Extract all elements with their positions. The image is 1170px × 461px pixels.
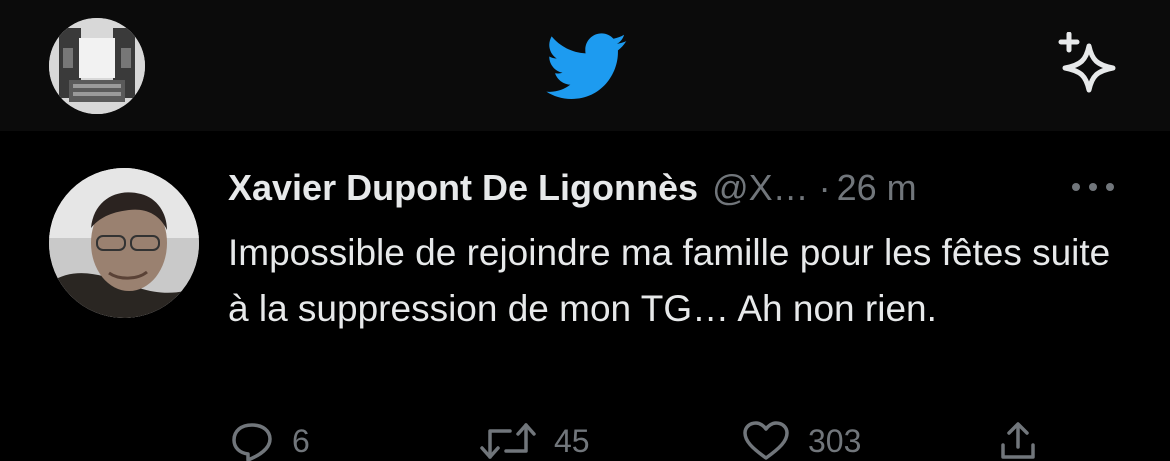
more-options-icon[interactable] (1068, 175, 1118, 199)
retweet-button[interactable]: 45 (480, 421, 590, 461)
tweet-actions: 6 45 303 (0, 421, 1170, 461)
reply-count: 6 (292, 422, 310, 459)
top-app-bar (0, 0, 1170, 131)
like-count: 303 (808, 422, 862, 459)
tweet-header: Xavier Dupont De Ligonnès @X… · 26 m (228, 166, 917, 210)
twitter-bird-icon[interactable] (545, 33, 629, 101)
author-handle[interactable]: @X… (712, 167, 809, 209)
reply-button[interactable]: 6 (230, 421, 310, 461)
author-name[interactable]: Xavier Dupont De Ligonnès (228, 167, 698, 209)
profile-avatar[interactable] (49, 18, 145, 114)
author-avatar[interactable] (49, 168, 199, 318)
tweet-text: Impossible de rejoindre ma famille pour … (228, 232, 1111, 329)
heart-icon (743, 421, 789, 460)
retweet-icon (480, 423, 536, 459)
tweet-timestamp[interactable]: 26 m (837, 167, 917, 209)
like-button[interactable]: 303 (742, 421, 861, 461)
tweet[interactable]: Xavier Dupont De Ligonnès @X… · 26 m Imp… (0, 131, 1170, 461)
sparkle-icon[interactable] (1055, 31, 1121, 98)
share-button[interactable] (998, 421, 1038, 461)
retweet-count: 45 (554, 422, 590, 459)
separator-dot: · (818, 167, 831, 208)
reply-icon (232, 423, 272, 461)
share-icon (1001, 422, 1035, 459)
